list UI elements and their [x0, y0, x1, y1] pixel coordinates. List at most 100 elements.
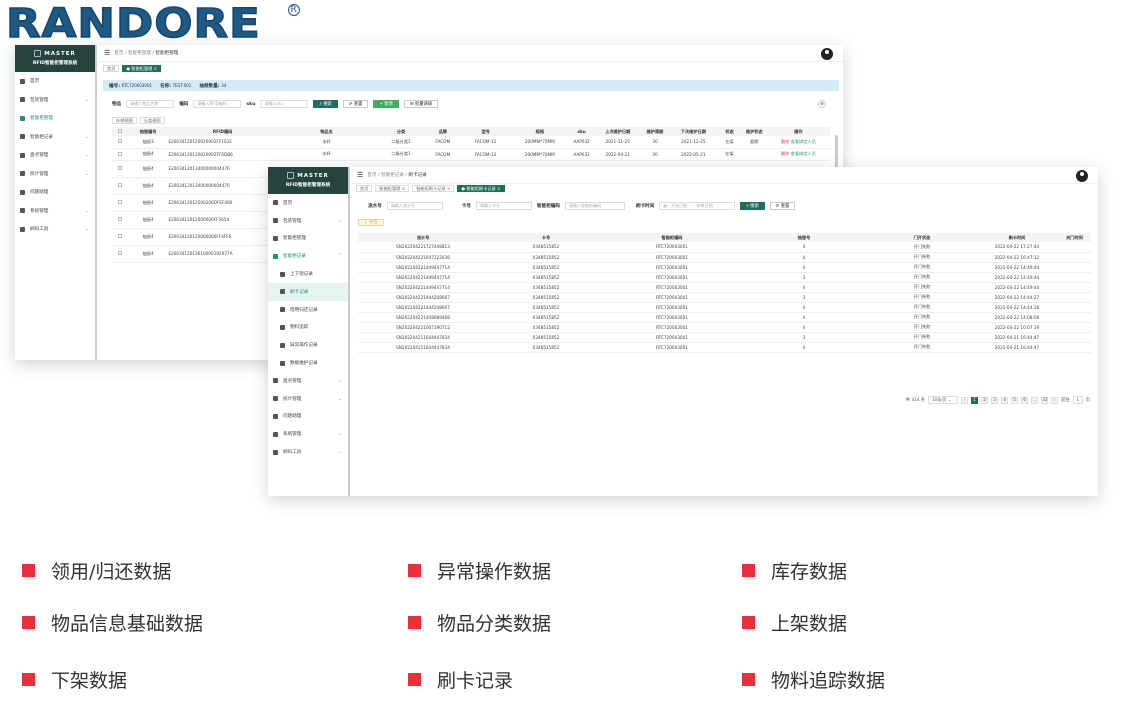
table-row[interactable]: SN202204221408089468 0348515852 RTC7200030…: [358, 312, 1091, 323]
sidebar-item[interactable]: 上下架记录: [268, 265, 348, 283]
breadcrumb-item[interactable]: 首页: [114, 51, 123, 56]
menu-item-icon: [273, 449, 278, 455]
reset-button[interactable]: ⟳ 重置: [769, 202, 796, 210]
sidebar-item[interactable]: 刷卡记录: [268, 282, 348, 301]
date-range-input[interactable]: ▦ 开始日期 - 结束日期: [659, 202, 736, 210]
page-button[interactable]: ‹: [961, 396, 969, 404]
tab-swipe-record[interactable]: 智能柜刷卡记录 ×: [412, 184, 455, 192]
sidebar-item[interactable]: 包装管理 ⌄: [15, 91, 95, 110]
sidebar-item[interactable]: 智能柜记录 ⌃: [268, 247, 348, 265]
table-row[interactable]: 抽屉3 E20034120120020002FF1032 冰杯 二级分类1 FACOM F…: [112, 136, 830, 149]
sidebar-item-label: 首页: [283, 200, 293, 206]
sidebar-item[interactable]: 盘点管理 ⌄: [268, 372, 348, 390]
row-checkbox[interactable]: [117, 234, 122, 238]
sidebar-item[interactable]: 盘点管理 ⌄: [15, 146, 95, 165]
row-checkbox[interactable]: [117, 251, 122, 255]
page-button[interactable]: 32: [1041, 396, 1049, 404]
search-button[interactable]: ⌕ 搜索: [313, 100, 338, 108]
table-row[interactable]: SN202204211644447834 0348515852 RTC7200030…: [358, 332, 1091, 343]
rfid-input[interactable]: 请输入RFID编码: [193, 100, 242, 108]
randore-logo: RANDORE R: [5, 3, 300, 45]
search-button[interactable]: ⌕ 搜索: [740, 202, 765, 210]
table-row[interactable]: SN202204221444208667 0348515852 RTC7200030…: [358, 302, 1091, 313]
row-checkbox[interactable]: [117, 139, 122, 144]
chevron-icon: ⌄: [337, 431, 342, 438]
page-button[interactable]: 1: [971, 396, 979, 404]
menu-toggle-icon[interactable]: ☰: [104, 49, 110, 57]
menu-toggle-icon[interactable]: ☰: [357, 171, 363, 179]
row-checkbox[interactable]: [117, 200, 122, 204]
sidebar-item[interactable]: 异常操作记录: [268, 336, 348, 354]
sku-input[interactable]: 请输入sku: [260, 100, 309, 108]
row-checkbox[interactable]: [117, 166, 122, 170]
end-date[interactable]: 结束日期: [697, 203, 713, 209]
table-row[interactable]: SN202204221449447714 0348515852 RTC7200030…: [358, 282, 1091, 293]
delete-link[interactable]: 删除: [781, 151, 789, 156]
select-all-checkbox[interactable]: [117, 129, 122, 133]
sidebar-item[interactable]: 首页: [268, 194, 348, 212]
table-cell: E2003412013400000004470: [168, 177, 277, 195]
page-button[interactable]: 2: [981, 396, 989, 404]
transfer-button[interactable]: ⊞ 批量调拨: [403, 100, 439, 108]
tab-category-view[interactable]: 分类视图: [139, 117, 165, 124]
sidebar-item[interactable]: 问题助理: [15, 183, 95, 202]
breadcrumb-item[interactable]: 首页: [367, 173, 376, 178]
settings-icon[interactable]: ⚙: [818, 100, 826, 108]
page-button[interactable]: 4: [1001, 396, 1009, 404]
add-button[interactable]: + 新增: [373, 100, 399, 108]
tab-cabinet[interactable]: ● 智能柜管理 ×: [122, 64, 162, 72]
table-row[interactable]: SN202204221647122036 0348515852 RTC7200030…: [358, 252, 1091, 263]
sidebar-item[interactable]: 刷码工具 ⌄: [15, 220, 95, 239]
tab-swipe-record-active[interactable]: ● 智能柜刷卡记录 ×: [457, 184, 505, 192]
tab-storage-view[interactable]: 存储视图: [112, 117, 137, 124]
start-date[interactable]: 开始日期: [671, 203, 687, 209]
table-row[interactable]: SN202204221727448813 0348515852 RTC7200030…: [358, 242, 1091, 253]
sidebar-item[interactable]: 刷码工具 ⌄: [268, 443, 348, 461]
sidebar-item[interactable]: 智能柜管理: [15, 109, 95, 128]
table-row[interactable]: SN202204221449447714 0348515852 RTC7200030…: [358, 262, 1091, 273]
page-button[interactable]: ›: [1051, 396, 1059, 404]
table-row[interactable]: 抽屉4 E2003412012002000ZFF6DB6 冰杯 二级分类1 FACOM F…: [112, 148, 830, 161]
page-size-select[interactable]: 10条/页 ⌄: [928, 396, 959, 404]
delete-link[interactable]: 删除: [781, 139, 789, 144]
breadcrumb-item[interactable]: 智能柜记录: [381, 173, 404, 178]
view-bound-users-link[interactable]: 查看绑定人员: [791, 139, 816, 144]
table-row[interactable]: SN202204221444208667 0348515852 RTC7200030…: [358, 292, 1091, 303]
table-row[interactable]: SN202204221449447714 0348515852 RTC7200030…: [358, 272, 1091, 283]
tab-home[interactable]: 首页: [103, 64, 120, 72]
row-checkbox[interactable]: [117, 151, 122, 156]
page-button[interactable]: 6: [1021, 396, 1029, 404]
export-button[interactable]: ↓ 导出: [358, 219, 384, 226]
page-button[interactable]: …: [1031, 396, 1039, 404]
table-row[interactable]: SN202204211644447834 0348515852 RTC7200030…: [358, 342, 1091, 353]
sidebar-item[interactable]: 数据维护记录: [268, 354, 348, 372]
sidebar-item[interactable]: 智能柜记录 ⌄: [15, 128, 95, 147]
sidebar-item[interactable]: 智能柜管理: [268, 230, 348, 248]
row-checkbox[interactable]: [117, 183, 122, 187]
goto-page-input[interactable]: 1: [1072, 396, 1083, 404]
table-row[interactable]: SN202204221007190712 0348515852 RTC7200030…: [358, 322, 1091, 333]
card-input[interactable]: 请输入卡号: [476, 202, 532, 210]
tab-home[interactable]: 首页: [356, 184, 373, 192]
serial-input[interactable]: 请输入流水号: [386, 202, 443, 210]
sidebar-item[interactable]: 物料追踪: [268, 319, 348, 337]
sidebar-item[interactable]: 问题助理: [268, 408, 348, 426]
item-input[interactable]: 请输入物品名称: [126, 100, 175, 108]
tab-cabinet[interactable]: 智能柜管理 ×: [375, 184, 410, 192]
cabinet-code-input[interactable]: 请输入智能柜编码: [564, 202, 625, 210]
page-button[interactable]: 5: [1011, 396, 1019, 404]
sidebar-item[interactable]: 统计管理 ⌄: [268, 390, 348, 408]
user-avatar-icon[interactable]: [821, 48, 833, 60]
breadcrumb-item[interactable]: 智能柜管理: [128, 51, 151, 56]
sidebar-item[interactable]: 统计管理 ⌄: [15, 165, 95, 184]
user-avatar-icon[interactable]: [1076, 170, 1088, 182]
row-checkbox[interactable]: [117, 217, 122, 221]
page-button[interactable]: 3: [991, 396, 999, 404]
sidebar-item[interactable]: 系统管理 ⌄: [268, 425, 348, 443]
sidebar-item[interactable]: 首页: [15, 72, 95, 91]
sidebar-item[interactable]: 包装管理 ⌄: [268, 212, 348, 230]
reset-button[interactable]: ⟳ 重置: [342, 100, 369, 108]
sidebar-item[interactable]: 系统管理 ⌄: [15, 202, 95, 221]
view-bound-users-link[interactable]: 查看绑定人员: [791, 151, 816, 156]
sidebar-item[interactable]: 借用归还记录: [268, 301, 348, 319]
